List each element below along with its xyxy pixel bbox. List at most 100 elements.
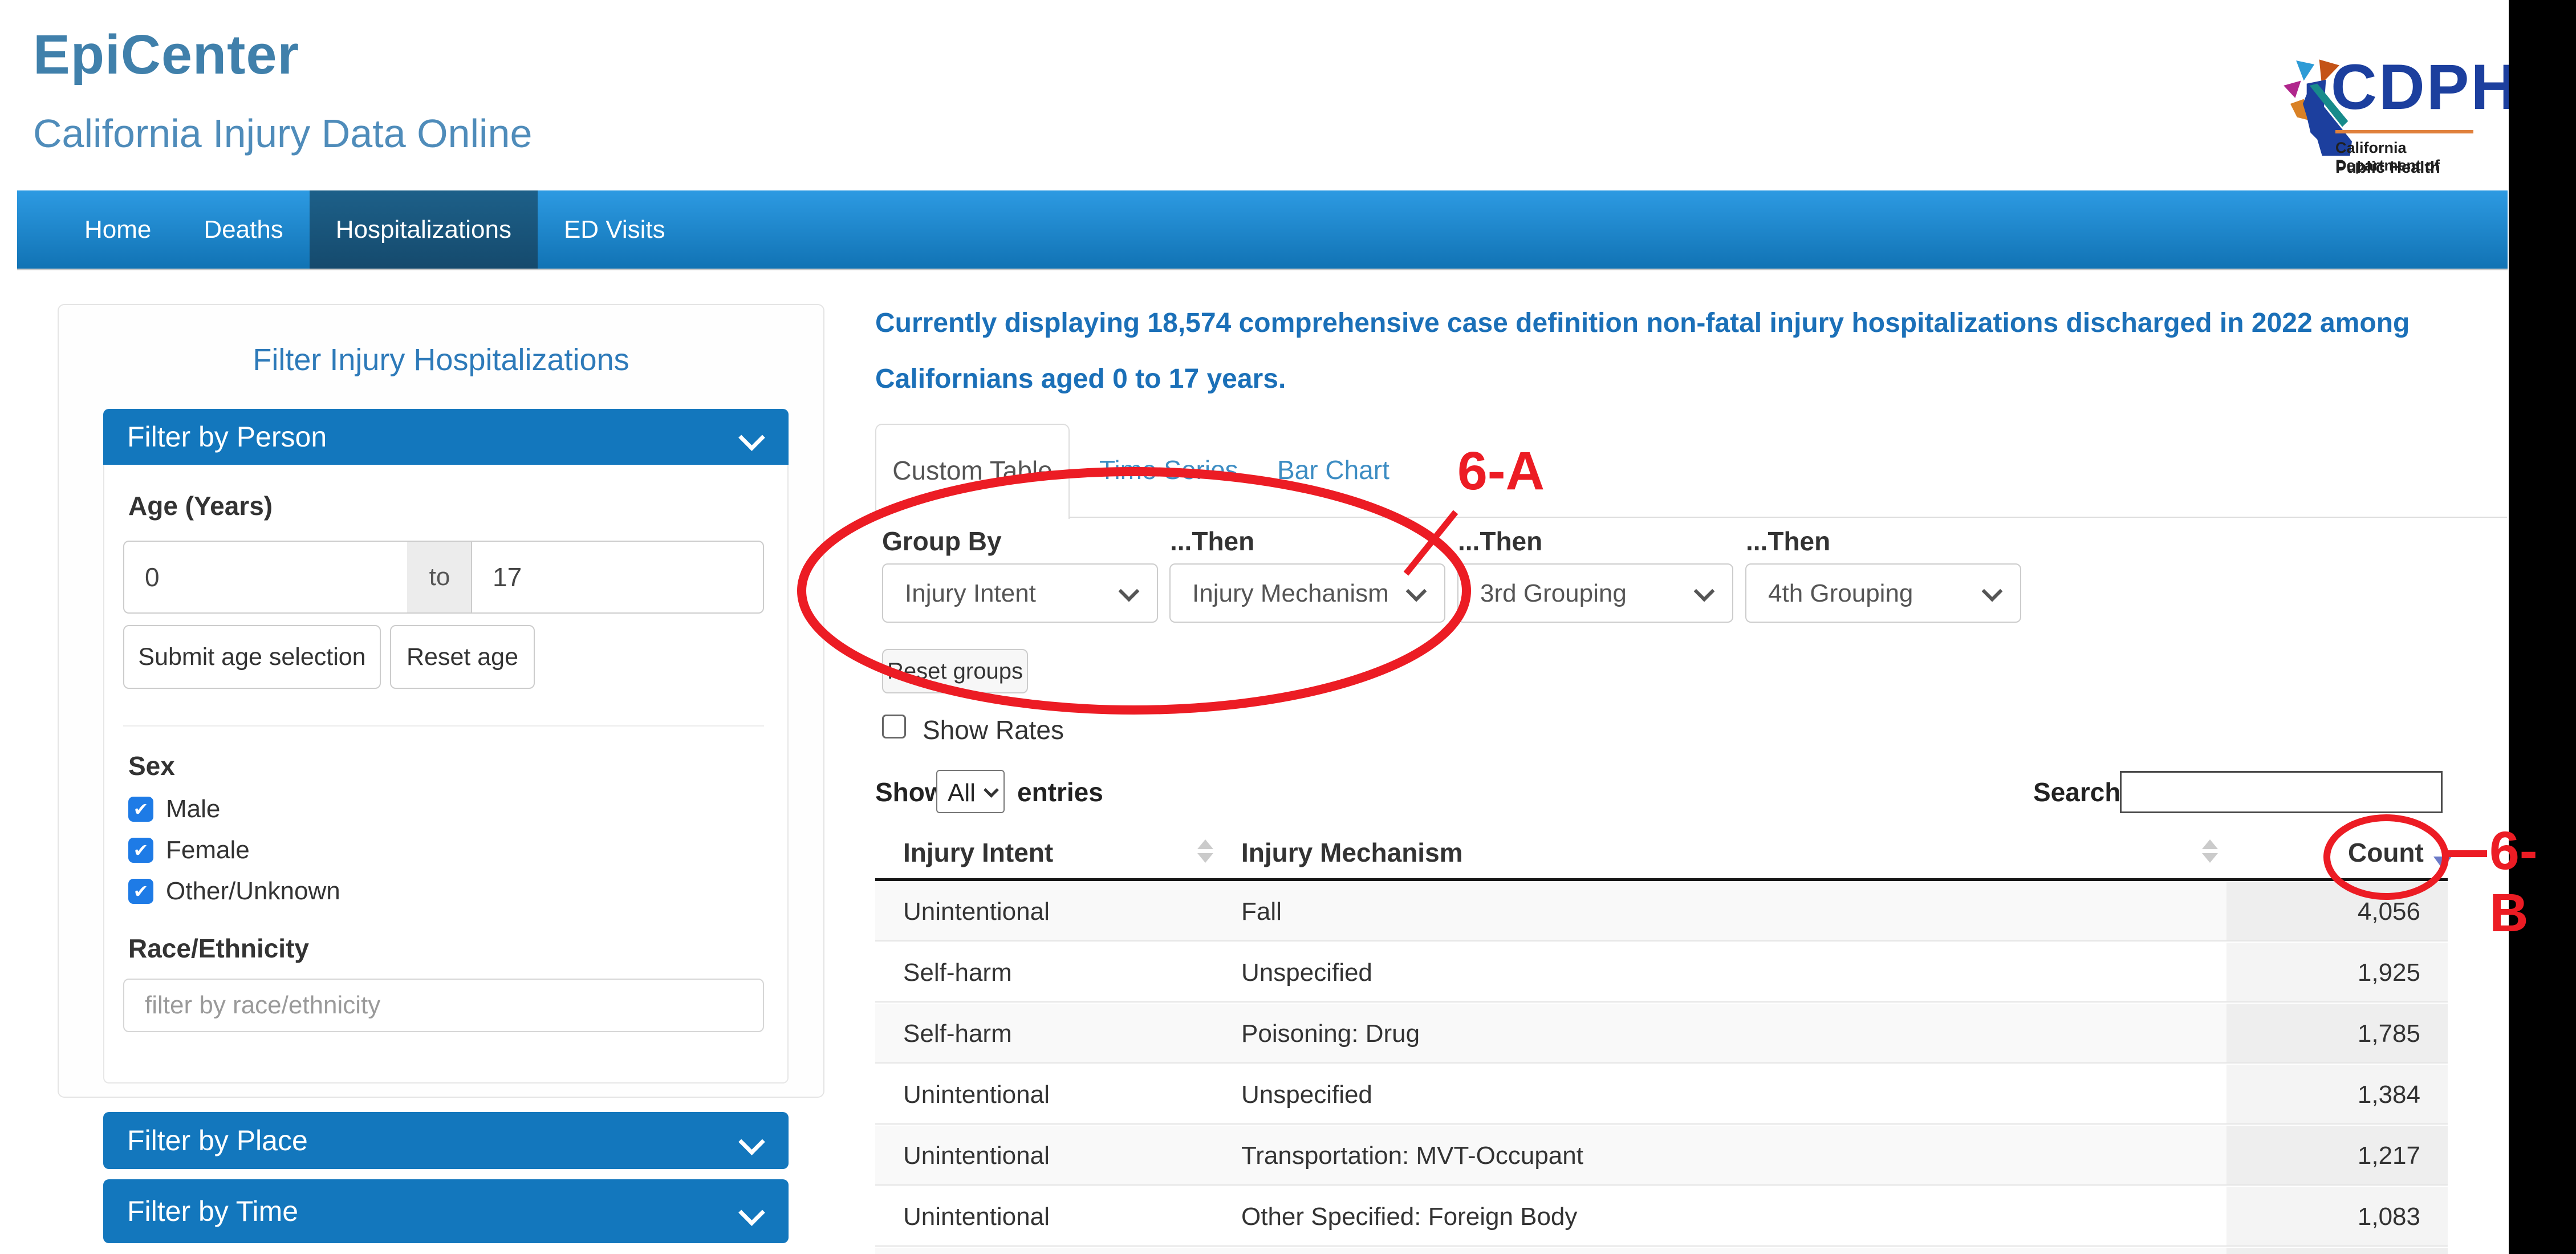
chevron-down-icon (738, 424, 765, 451)
cell-count: 4,056 (2358, 898, 2420, 926)
cell-injury-intent: Unintentional (903, 898, 1050, 926)
cell-count: 1,925 (2358, 959, 2420, 987)
show-entries-show-label: Show (875, 777, 945, 807)
cell-count: 1,384 (2358, 1081, 2420, 1109)
table-row: Unintentional Other Specified: Foreign B… (875, 1187, 2448, 1247)
age-to-input[interactable] (471, 541, 764, 614)
sorted-column-shade (2226, 1248, 2448, 1254)
table-header-rule (875, 878, 2448, 881)
age-from-input[interactable] (123, 541, 408, 614)
checkbox-label: Male (166, 796, 220, 822)
summary-text: Currently displaying 18,574 comprehensiv… (875, 295, 2472, 407)
submit-age-button[interactable]: Submit age selection (123, 625, 381, 689)
select-value: 4th Grouping (1768, 579, 1913, 608)
select-value: Injury Mechanism (1192, 579, 1389, 608)
chevron-down-icon (1694, 581, 1715, 602)
tab-custom-table[interactable]: Custom Table (875, 424, 1070, 519)
cdph-rule (2335, 130, 2473, 133)
filter-by-place-label: Filter by Place (127, 1125, 308, 1156)
search-input[interactable] (2120, 771, 2443, 813)
group-by-select[interactable]: Injury Intent (882, 563, 1158, 623)
table-row: Unintentional Fall 4,056 (875, 882, 2448, 941)
chevron-down-icon (738, 1129, 765, 1155)
checked-checkbox-icon[interactable]: ✔ (128, 879, 153, 904)
column-header-count[interactable]: Count (2348, 837, 2424, 868)
group-by-label: Group By (882, 526, 1002, 557)
sex-option-other-unknown[interactable]: ✔ Other/Unknown (128, 878, 340, 904)
table-row-partial (875, 1248, 2448, 1254)
app-title: EpiCenter (33, 23, 299, 87)
select-value: Injury Intent (905, 579, 1036, 608)
then-label-2: ...Then (1458, 526, 1542, 557)
checkbox-label: Other/Unknown (166, 878, 340, 904)
cdph-acronym: CDPH (2331, 50, 2518, 124)
checkbox-label: Female (166, 837, 250, 863)
second-grouping-select[interactable]: Injury Mechanism (1169, 563, 1445, 623)
nav-item-ed-visits[interactable]: ED Visits (538, 190, 692, 269)
reset-groups-button[interactable]: Reset groups (882, 649, 1028, 693)
race-ethnicity-label: Race/Ethnicity (128, 933, 309, 964)
select-value: All (948, 779, 976, 807)
filter-by-person-label: Filter by Person (127, 421, 327, 453)
third-grouping-select[interactable]: 3rd Grouping (1457, 563, 1733, 623)
cell-count: 1,217 (2358, 1142, 2420, 1170)
sort-both-icon[interactable] (2202, 839, 2218, 863)
search-label: Search: (2033, 777, 2130, 807)
sort-both-icon[interactable] (1197, 839, 1213, 863)
nav-item-home[interactable]: Home (58, 190, 177, 269)
annotation-label-6b: 6-B (2489, 820, 2576, 944)
main-nav: Home Deaths Hospitalizations ED Visits (17, 190, 2508, 270)
sex-option-male[interactable]: ✔ Male (128, 796, 220, 822)
sort-descending-icon[interactable] (2433, 857, 2452, 869)
table-row: Unintentional Unspecified 1,384 (875, 1065, 2448, 1125)
age-label: Age (Years) (128, 490, 273, 521)
sex-option-female[interactable]: ✔ Female (128, 837, 250, 863)
then-label-3: ...Then (1746, 526, 1830, 557)
app-subtitle: California Injury Data Online (33, 111, 532, 156)
filter-by-time-label: Filter by Time (127, 1195, 298, 1227)
annotation-label-6a: 6-A (1457, 440, 1545, 502)
reset-age-button[interactable]: Reset age (390, 625, 535, 689)
fourth-grouping-select[interactable]: 4th Grouping (1745, 563, 2021, 623)
chevron-down-icon (1406, 581, 1427, 602)
right-black-bar (2509, 0, 2576, 1254)
checked-checkbox-icon[interactable]: ✔ (128, 797, 153, 822)
cdph-dept-line2: Public Health (2335, 159, 2440, 177)
table-row: Self-harm Unspecified 1,925 (875, 943, 2448, 1003)
cell-count: 1,083 (2358, 1203, 2420, 1231)
cell-injury-intent: Self-harm (903, 959, 1012, 987)
tab-time-series[interactable]: Time Series (1099, 424, 1238, 517)
divider (123, 725, 764, 727)
cell-injury-mechanism: Poisoning: Drug (1241, 1020, 1420, 1048)
checked-checkbox-icon[interactable]: ✔ (128, 838, 153, 863)
cell-count: 1,785 (2358, 1020, 2420, 1048)
entries-count-select[interactable]: All (936, 770, 1005, 813)
cell-injury-intent: Unintentional (903, 1203, 1050, 1231)
cell-injury-intent: Self-harm (903, 1020, 1012, 1048)
nav-item-hospitalizations[interactable]: Hospitalizations (310, 190, 538, 269)
nav-item-deaths[interactable]: Deaths (177, 190, 309, 269)
show-rates-checkbox[interactable] (882, 715, 906, 738)
page: { "header": { "title": "EpiCenter", "sub… (0, 0, 2576, 1254)
filter-by-person-header[interactable]: Filter by Person (103, 409, 789, 465)
filter-by-place-header[interactable]: Filter by Place (103, 1112, 789, 1169)
then-label-1: ...Then (1170, 526, 1254, 557)
cell-injury-intent: Unintentional (903, 1142, 1050, 1170)
table-row: Unintentional Transportation: MVT-Occupa… (875, 1126, 2448, 1186)
cell-injury-mechanism: Fall (1241, 898, 1282, 926)
tab-bar-chart[interactable]: Bar Chart (1277, 424, 1389, 517)
filter-sidebar-title: Filter Injury Hospitalizations (58, 342, 824, 378)
column-header-injury-mechanism[interactable]: Injury Mechanism (1241, 837, 1463, 868)
chevron-down-icon (738, 1199, 765, 1226)
table-row: Self-harm Poisoning: Drug 1,785 (875, 1004, 2448, 1064)
cell-injury-mechanism: Unspecified (1241, 959, 1372, 987)
show-entries-entries-label: entries (1017, 777, 1103, 807)
cdph-logo: CDPH California Department of Public Hea… (2258, 46, 2486, 182)
chevron-down-icon (984, 782, 999, 798)
race-ethnicity-input[interactable] (123, 979, 764, 1032)
filter-by-time-header[interactable]: Filter by Time (103, 1179, 789, 1243)
tab-underline (875, 517, 2507, 518)
chevron-down-icon (1119, 581, 1140, 602)
sex-label: Sex (128, 750, 175, 781)
column-header-injury-intent[interactable]: Injury Intent (903, 837, 1053, 868)
